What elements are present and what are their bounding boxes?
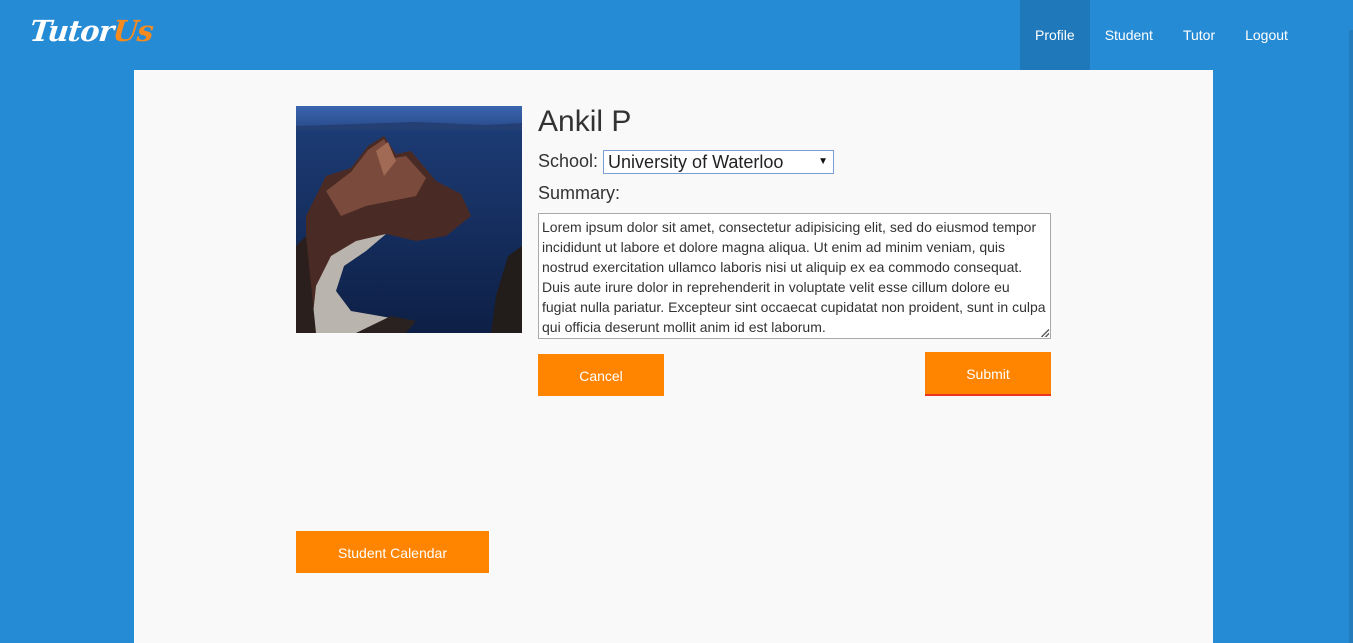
logo-text-main: Tutor — [28, 14, 115, 48]
logo-text-accent: Us — [111, 14, 155, 48]
resize-grip-icon[interactable] — [1041, 329, 1049, 337]
summary-text: Lorem ipsum dolor sit amet, consectetur … — [542, 219, 1046, 335]
main-nav: Profile Student Tutor Logout — [1020, 0, 1303, 70]
submit-button[interactable]: Submit — [925, 352, 1051, 396]
landscape-image — [296, 106, 522, 333]
page-scrollbar[interactable] — [1349, 30, 1353, 643]
school-select-value: University of Waterloo — [608, 151, 784, 172]
dropdown-arrow-icon: ▼ — [818, 155, 829, 167]
student-calendar-button[interactable]: Student Calendar — [296, 531, 489, 573]
school-row: School: University of Waterloo ▼ — [538, 149, 835, 174]
summary-textarea[interactable]: Lorem ipsum dolor sit amet, consectetur … — [538, 213, 1051, 339]
profile-name: Ankil P — [538, 105, 632, 138]
nav-item-student[interactable]: Student — [1090, 0, 1168, 70]
nav-item-tutor[interactable]: Tutor — [1168, 0, 1230, 70]
school-select[interactable]: University of Waterloo ▼ — [603, 149, 835, 174]
school-label: School: — [538, 151, 599, 171]
profile-photo — [296, 106, 522, 333]
navbar: TutorUs Profile Student Tutor Logout — [0, 0, 1353, 70]
summary-label: Summary: — [538, 183, 621, 203]
tutorus-logo[interactable]: TutorUs — [28, 14, 154, 48]
cancel-button[interactable]: Cancel — [538, 354, 664, 396]
nav-item-profile[interactable]: Profile — [1020, 0, 1090, 70]
nav-item-logout[interactable]: Logout — [1230, 0, 1303, 70]
